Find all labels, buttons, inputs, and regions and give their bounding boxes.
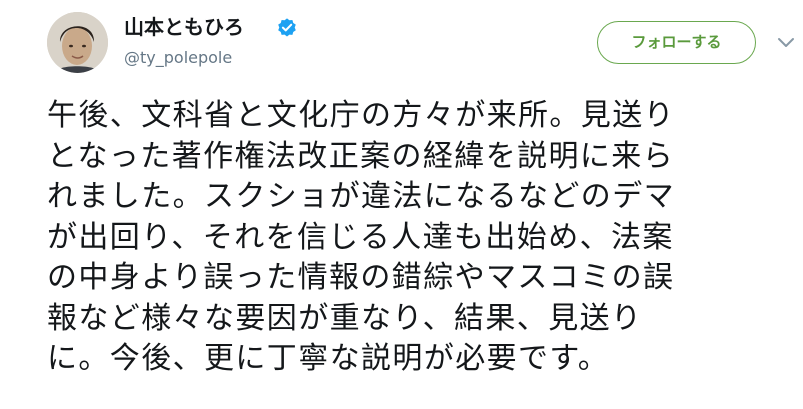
tweet-text-line: となった著作権法改正案の経緯を説明に来ら	[47, 138, 675, 174]
tweet-card: 山本ともひろ @ty_polepole フォローする 午後、文科省と文化庁の方々…	[0, 0, 803, 409]
tweet-text-line: に。今後、更に丁寧な説明が必要です。	[47, 341, 610, 376]
tweet-text: 午後、文科省と文化庁の方々が来所。見送り となった著作権法改正案の経緯を説明に来…	[47, 96, 787, 380]
author-display-name[interactable]: 山本ともひろ	[124, 15, 244, 39]
tweet-text-line: れました。スクショが違法になるなどのデマ	[47, 179, 675, 214]
verified-badge-icon	[278, 18, 296, 37]
tweet-text-line: 報など様々な要因が重なり、結果、見送り	[47, 300, 643, 336]
follow-button[interactable]: フォローする	[597, 21, 756, 64]
avatar[interactable]	[47, 12, 108, 73]
tweet-text-line: 午後、文科省と文化庁の方々が来所。見送り	[47, 98, 675, 133]
avatar-photo	[47, 12, 108, 73]
tweet-text-line: の中身より誤った情報の錯綜やマスコミの誤	[47, 260, 675, 295]
chevron-down-icon[interactable]	[777, 37, 795, 49]
author-handle[interactable]: @ty_polepole	[124, 48, 232, 68]
tweet-text-line: が出回り、それを信じる人達も出始め、法案	[47, 219, 674, 255]
